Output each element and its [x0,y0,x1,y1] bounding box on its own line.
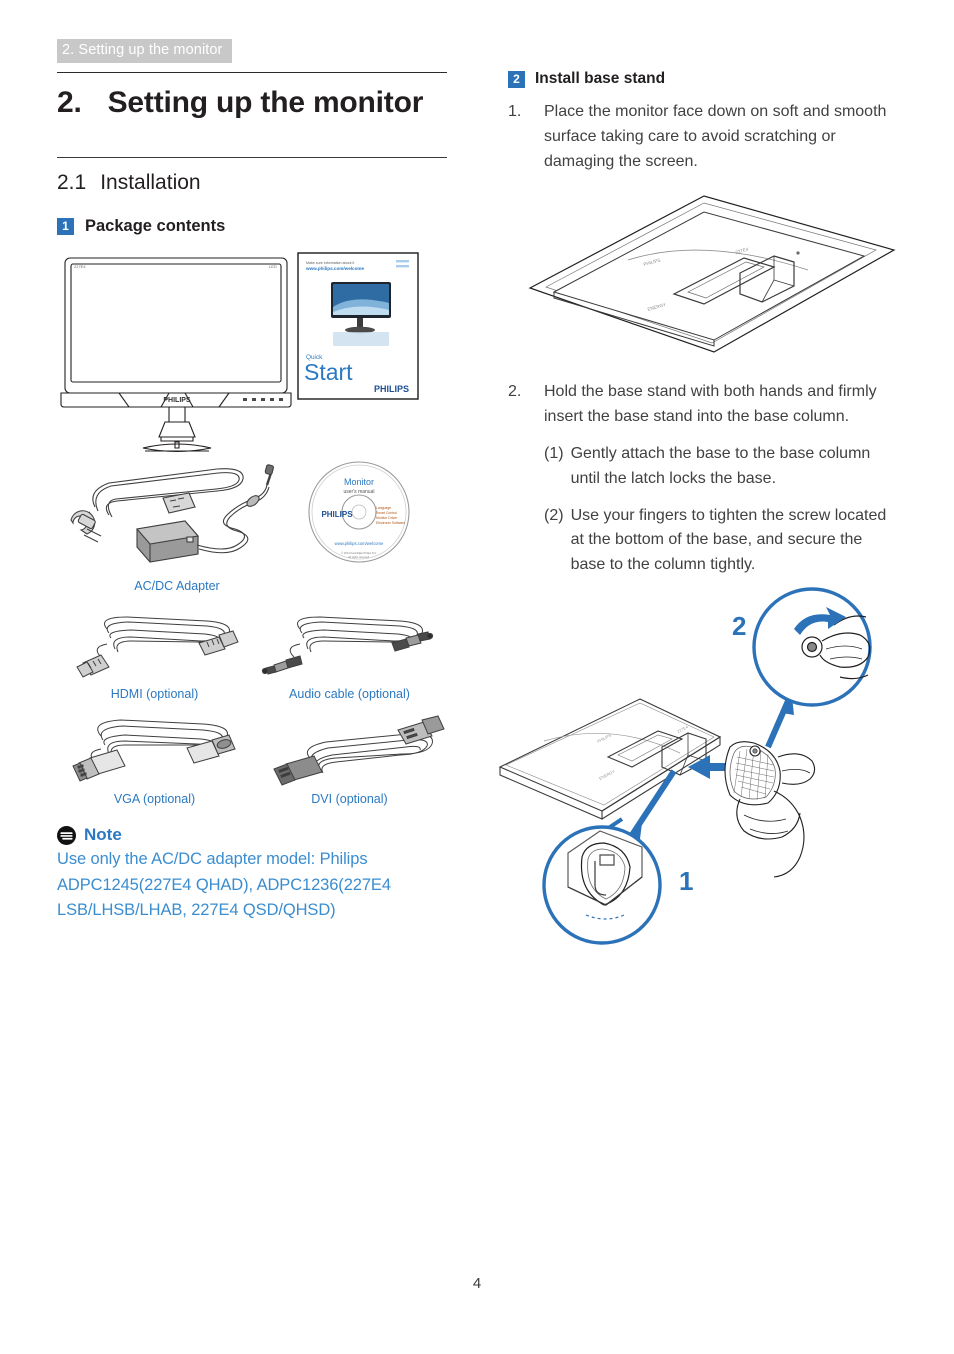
caption-dvi: DVI (optional) [311,792,388,807]
audio-cable-illustration: Audio cable (optional) [252,611,447,703]
svg-text:user's manual: user's manual [344,489,375,495]
chapter-title: Setting up the monitor [107,86,424,119]
step-text: Place the monitor face down on soft and … [544,103,887,170]
svg-text:www.philips.com/welcome: www.philips.com/welcome [305,266,364,271]
package-row-3: HDMI (optional) Audio cable (optional) [57,611,447,703]
substep-number: (2) [544,506,564,524]
hdmi-cable-illustration: HDMI (optional) [57,611,252,703]
step-2: 2. Hold the base stand with both hands a… [508,380,898,430]
right-column: 2 Install base stand 1. Place the monito… [508,70,898,578]
svg-text:Electronic Software: Electronic Software [376,521,405,525]
svg-text:Start: Start [304,359,353,385]
note-header: Note [57,825,452,845]
svg-text:Monitor Driver: Monitor Driver [376,516,398,520]
document-page: 2. Setting up the monitor 2. Setting up … [0,0,954,1354]
badge-2: 2 [508,70,525,88]
badge-1: 1 [57,217,74,235]
quick-start-guide-illustration: Make sure information about it www.phili… [297,251,422,457]
running-header: 2. Setting up the monitor [57,39,232,63]
caption-vga: VGA (optional) [113,792,196,807]
caption-audio-cable: Audio cable (optional) [289,686,410,701]
svg-text:Smart Control: Smart Control [376,511,397,515]
note-block: Note Use only the AC/DC adapter model: P… [57,825,452,924]
vga-cable-illustration: VGA (optional) [57,714,252,808]
package-row-2: Monitor user's manual PHILIPS Language S… [57,457,447,575]
svg-text:© 2013 Koninklijke Philips N.V: © 2013 Koninklijke Philips N.V. [341,551,377,555]
svg-text:Make sure information about it: Make sure information about it [306,261,354,265]
svg-text:ENERGY: ENERGY [598,769,616,781]
package-row-1: 227E4 LED PHILIPS Make sure information [57,251,447,457]
ac-dc-adapter-illustration [57,457,297,575]
base-stand-install-figure: PHILIPS 227E4 ENERGY 2 1 [482,585,902,945]
note-body: Use only the AC/DC adapter model: Philip… [57,850,391,920]
subsection-label: Package contents [85,216,226,235]
chapter-rule-top [57,72,447,73]
substep-1: (1) Gently attach the base to the base c… [508,442,898,492]
substep-text: Gently attach the base to the base colum… [570,444,871,487]
svg-text:PHILIPS: PHILIPS [321,510,353,519]
subsection-install-base-stand: 2 Install base stand [508,70,898,88]
caption-hdmi: HDMI (optional) [110,686,199,701]
page-title: 2. Setting up the monitor [57,86,447,121]
monitor-illustration: 227E4 LED PHILIPS [57,252,297,457]
caption-ac-dc-adapter: AC/DC Adapter [134,578,220,593]
callout-2-label: 2 [732,611,746,641]
cd-illustration: Monitor user's manual PHILIPS Language S… [297,457,422,575]
section-heading: 2.1 Installation [57,170,447,195]
svg-text:PHILIPS: PHILIPS [596,732,612,744]
svg-text:PHILIPS: PHILIPS [374,384,409,394]
callout-1-label: 1 [679,866,693,896]
step-number: 1. [508,103,522,120]
note-icon [57,825,76,845]
subsection-package-contents: 1 Package contents [57,217,447,236]
step-text: Hold the base stand with both hands and … [544,383,877,426]
package-contents-figures: 227E4 LED PHILIPS Make sure information [57,251,447,808]
left-column: 2. Setting up the monitor 2.1 Installati… [57,72,447,808]
svg-text:www.philips.com/welcome: www.philips.com/welcome [335,541,384,546]
svg-text:Monitor: Monitor [344,477,374,487]
substep-number: (1) [544,444,564,462]
step-number: 2. [508,383,522,401]
svg-text:All rights reserved.: All rights reserved. [348,555,370,559]
subsection-label: Install base stand [535,70,666,87]
svg-text:227E4: 227E4 [74,264,86,269]
package-row-4: VGA (optional) DVI (optional) [57,714,447,808]
dvi-cable-illustration: DVI (optional) [252,714,447,808]
svg-text:PHILIPS: PHILIPS [163,397,191,404]
section-title: Installation [100,170,201,194]
step-1: 1. Place the monitor face down on soft a… [508,100,898,174]
chapter-number: 2. [57,86,82,119]
svg-text:LED: LED [269,264,277,269]
note-title: Note [84,825,122,844]
svg-text:227E4: 227E4 [676,724,689,734]
substep-2: (2) Use your fingers to tighten the scre… [508,504,898,578]
page-number: 4 [472,1275,482,1292]
svg-text:Language: Language [376,506,391,510]
monitor-face-down-figure: PHILIPS 227E4 ENERGY [508,188,898,358]
section-number: 2.1 [57,170,87,194]
substep-text: Use your fingers to tighten the screw lo… [570,506,887,574]
section-rule [57,156,447,158]
